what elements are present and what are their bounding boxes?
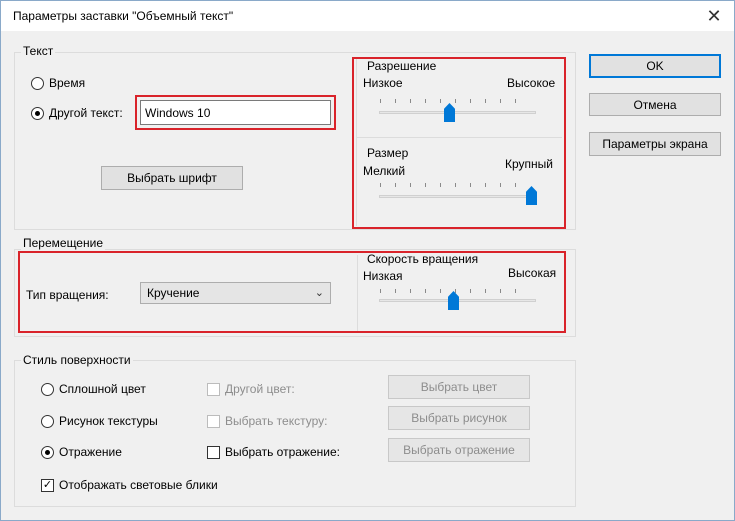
checkbox-highlights[interactable]: ✓ Отображать световые блики — [41, 478, 218, 492]
rotation-type-select[interactable]: Кручение ⌄ — [140, 282, 331, 304]
choose-color-button[interactable]: Выбрать цвет — [388, 375, 530, 399]
resolution-label: Разрешение — [367, 59, 437, 73]
checkbox-choose-reflection-label: Выбрать отражение: — [225, 445, 340, 459]
rotation-type-value: Кручение — [147, 286, 200, 300]
surface-group-label: Стиль поверхности — [21, 353, 133, 367]
speed-panel-divider — [357, 255, 358, 331]
speed-label: Скорость вращения — [367, 252, 479, 266]
radio-other-text-label: Другой текст: — [49, 106, 123, 120]
ok-button[interactable]: OK — [589, 54, 721, 78]
custom-text-input[interactable]: Windows 10 — [140, 100, 331, 125]
size-ticks — [380, 183, 530, 187]
motion-group-label: Перемещение — [21, 236, 105, 250]
size-track[interactable] — [379, 195, 536, 198]
checkbox-choose-texture-label: Выбрать текстуру: — [225, 414, 328, 428]
checkbox-choose-texture-box[interactable] — [207, 414, 220, 428]
resolution-high-label: Высокое — [507, 76, 556, 90]
dialog-window: Параметры заставки "Объемный текст" ✕ Те… — [0, 0, 735, 521]
radio-solid-color[interactable]: Сплошной цвет — [41, 382, 146, 396]
radio-reflection-button[interactable] — [41, 445, 54, 459]
checkbox-choose-texture[interactable]: Выбрать текстуру: — [207, 414, 327, 428]
radio-time[interactable]: Время — [31, 76, 85, 90]
speed-high-label: Высокая — [508, 266, 557, 280]
speed-low-label: Низкая — [363, 269, 403, 283]
checkbox-highlights-box[interactable]: ✓ — [41, 478, 54, 492]
resolution-size-divider — [357, 137, 562, 138]
checkbox-other-color[interactable]: Другой цвет: — [207, 382, 295, 396]
radio-reflection[interactable]: Отражение — [41, 445, 122, 459]
resolution-low-label: Низкое — [363, 76, 403, 90]
checkbox-other-color-label: Другой цвет: — [225, 382, 295, 396]
choose-font-button[interactable]: Выбрать шрифт — [101, 166, 243, 190]
chevron-down-icon: ⌄ — [314, 287, 324, 299]
cancel-button[interactable]: Отмена — [589, 93, 721, 116]
radio-time-button[interactable] — [31, 76, 44, 90]
title-bar: Параметры заставки "Объемный текст" ✕ — [1, 1, 734, 31]
checkbox-choose-reflection[interactable]: Выбрать отражение: — [207, 445, 340, 459]
radio-time-label: Время — [49, 76, 86, 90]
size-large-label: Крупный — [505, 157, 553, 171]
radio-texture[interactable]: Рисунок текстуры — [41, 414, 158, 428]
rotation-type-label: Тип вращения: — [26, 288, 109, 302]
close-icon[interactable]: ✕ — [694, 1, 734, 31]
checkbox-highlights-label: Отображать световые блики — [59, 478, 218, 492]
radio-solid-color-button[interactable] — [41, 382, 54, 396]
screen-settings-button[interactable]: Параметры экрана — [589, 132, 721, 156]
choose-reflection-button[interactable]: Выбрать отражение — [388, 438, 530, 462]
size-small-label: Мелкий — [363, 164, 406, 178]
size-label: Размер — [367, 146, 409, 160]
radio-texture-button[interactable] — [41, 414, 54, 428]
radio-texture-label: Рисунок текстуры — [59, 414, 158, 428]
window-title: Параметры заставки "Объемный текст" — [13, 9, 234, 23]
text-group — [14, 52, 576, 230]
radio-other-text-button[interactable] — [31, 106, 44, 120]
radio-solid-color-label: Сплошной цвет — [59, 382, 146, 396]
radio-other-text[interactable]: Другой текст: — [31, 106, 123, 120]
resolution-panel-divider — [356, 58, 357, 226]
resolution-ticks — [380, 99, 530, 103]
radio-reflection-label: Отражение — [59, 445, 122, 459]
checkbox-choose-reflection-box[interactable] — [207, 445, 220, 459]
speed-ticks — [380, 289, 530, 293]
checkbox-other-color-box[interactable] — [207, 382, 220, 396]
resolution-track[interactable] — [379, 111, 536, 114]
choose-picture-button[interactable]: Выбрать рисунок — [388, 406, 530, 430]
text-group-label: Текст — [21, 44, 56, 58]
